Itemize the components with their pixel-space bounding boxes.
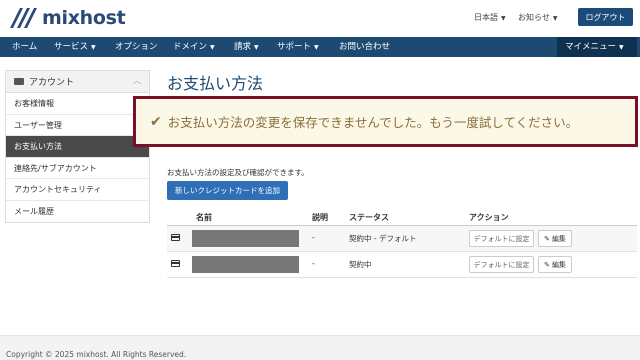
nav-item-label: サポート — [277, 42, 312, 52]
logout-button[interactable]: ログアウト — [578, 8, 633, 26]
set-default-button[interactable]: デフォルトに設定 — [469, 256, 534, 273]
nav-item-domains[interactable]: ドメイン ▼ — [173, 37, 215, 57]
nav-item-contact[interactable]: お問い合わせ — [339, 37, 390, 57]
edit-label: 編集 — [551, 260, 566, 269]
column-header-status: ステータス — [349, 213, 389, 222]
pencil-icon: ✎ — [544, 260, 550, 269]
credit-card-icon — [171, 234, 180, 241]
table-row: - 契約中 - デフォルト デフォルトに設定 ✎ 編集 — [167, 226, 637, 252]
sidebar-header[interactable]: アカウント ︿ — [6, 71, 149, 93]
redacted-card-name — [192, 256, 299, 273]
copyright-text: Copyright © 2025 mixhost. All Rights Res… — [6, 350, 187, 359]
check-icon: ✔ — [150, 113, 162, 130]
account-sidebar: アカウント ︿ お客様情報 ユーザー管理 お支払い方法 連絡先/サブアカウント … — [5, 70, 150, 223]
credit-card-icon — [171, 260, 180, 267]
error-alert: ✔ お支払い方法の変更を保存できませんでした。もう一度試してください。 — [133, 96, 638, 147]
edit-button[interactable]: ✎ 編集 — [538, 230, 572, 247]
chevron-down-icon: ▼ — [254, 44, 259, 51]
site-footer: Copyright © 2025 mixhost. All Rights Res… — [0, 335, 640, 360]
chevron-down-icon: ▼ — [619, 44, 624, 51]
chevron-down-icon: ▼ — [501, 15, 506, 22]
edit-label: 編集 — [551, 234, 566, 243]
alert-message: お支払い方法の変更を保存できませんでした。もう一度試してください。 — [167, 115, 579, 130]
sidebar-item-contacts[interactable]: 連絡先/サブアカウント — [6, 158, 149, 179]
notices-menu[interactable]: お知らせ ▼ — [518, 12, 557, 23]
pencil-icon: ✎ — [544, 234, 550, 243]
column-header-action: アクション — [469, 213, 509, 222]
page-title: お支払い方法 — [167, 74, 264, 93]
nav-item-services[interactable]: サービス ▼ — [54, 37, 96, 57]
nav-item-billing[interactable]: 請求 ▼ — [234, 37, 259, 57]
language-label: 日本語 — [474, 13, 498, 22]
sidebar-item-email-history[interactable]: メール履歴 — [6, 201, 149, 223]
nav-item-home[interactable]: ホーム — [12, 37, 37, 57]
site-logo[interactable]: mixhost — [8, 6, 126, 30]
chevron-down-icon: ▼ — [314, 44, 319, 51]
nav-item-label: お問い合わせ — [339, 42, 391, 52]
table-header: 名前 説明 ステータス アクション — [167, 208, 637, 226]
id-card-icon — [14, 78, 24, 85]
add-credit-card-button[interactable]: 新しいクレジットカードを追加 — [167, 181, 288, 200]
column-header-name: 名前 — [196, 213, 212, 222]
nav-item-options[interactable]: オプション — [115, 37, 158, 57]
language-menu[interactable]: 日本語 ▼ — [474, 12, 506, 23]
payment-methods-table: 名前 説明 ステータス アクション - 契約中 - デフォルト デフォルトに設定… — [167, 208, 637, 278]
redacted-card-name — [192, 230, 299, 247]
description-cell: - — [312, 233, 315, 242]
notices-label: お知らせ — [518, 13, 550, 22]
sidebar-item-security[interactable]: アカウントセキュリティ — [6, 179, 149, 201]
nav-item-support[interactable]: サポート ▼ — [277, 37, 319, 57]
my-menu-label: マイメニュー — [565, 42, 617, 52]
chevron-down-icon: ▼ — [210, 44, 215, 51]
nav-item-label: 請求 — [234, 42, 252, 52]
intro-text: お支払い方法の設定及び確認ができます。 — [167, 168, 309, 177]
status-cell: 契約中 — [349, 260, 372, 269]
sidebar-item-user-management[interactable]: ユーザー管理 — [6, 115, 149, 136]
status-cell: 契約中 - デフォルト — [349, 234, 417, 243]
my-menu[interactable]: マイメニュー ▼ — [557, 37, 637, 57]
column-header-description: 説明 — [312, 213, 328, 222]
sidebar-item-payment-methods[interactable]: お支払い方法 — [6, 136, 149, 158]
nav-item-label: オプション — [115, 42, 158, 52]
nav-item-label: サービス — [54, 42, 89, 52]
main-nav: ホーム サービス ▼ オプション ドメイン ▼ 請求 ▼ サポート ▼ お問い合わせ マ… — [0, 37, 640, 57]
set-default-button[interactable]: デフォルトに設定 — [469, 230, 534, 247]
sidebar-title: アカウント — [29, 78, 75, 88]
chevron-down-icon: ▼ — [552, 15, 558, 22]
description-cell: - — [312, 259, 315, 268]
nav-item-label: ドメイン — [173, 42, 208, 52]
chevron-up-icon: ︿ — [133, 76, 141, 85]
site-header: mixhost 日本語 ▼ お知らせ ▼ ログアウト — [0, 0, 640, 37]
logo-text: mixhost — [42, 7, 126, 29]
sidebar-item-customer-info[interactable]: お客様情報 — [6, 93, 149, 115]
edit-button[interactable]: ✎ 編集 — [538, 256, 572, 273]
table-row: - 契約中 デフォルトに設定 ✎ 編集 — [167, 252, 637, 278]
logo-icon — [10, 8, 37, 28]
nav-item-label: ホーム — [12, 42, 38, 52]
chevron-down-icon: ▼ — [91, 44, 96, 51]
